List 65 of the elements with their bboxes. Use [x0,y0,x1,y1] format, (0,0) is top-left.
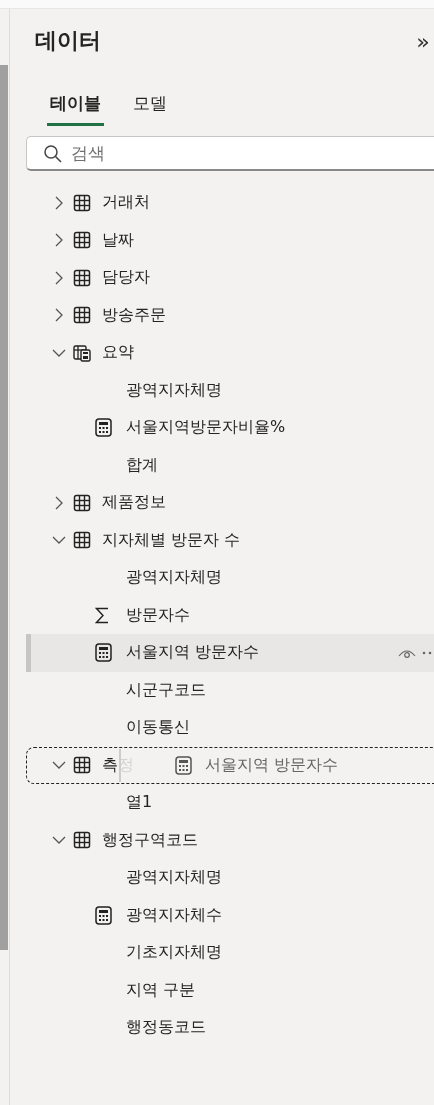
table-icon [73,531,91,550]
table-icon [73,268,91,287]
table-row[interactable]: 요약 [26,334,434,372]
more-icon[interactable] [422,650,434,655]
table-icon [73,831,91,850]
field-name: 광역지자체명 [126,867,222,889]
field-row[interactable]: 시군구코드 [26,671,434,709]
field-name: 기초지자체명 [126,942,222,964]
calculator-icon [95,418,112,438]
field-row[interactable]: 행정동코드 [26,1009,434,1047]
table-icon [73,756,91,775]
table-name: 방송주문 [102,304,166,326]
field-name: 시군구코드 [126,679,206,701]
field-row[interactable]: 이동통신 [26,709,434,747]
tab[interactable]: 테이블 [47,92,104,126]
field-name: 광역지자체명 [126,567,222,589]
field-row[interactable]: 광역지자체명 [26,371,434,409]
field-name: 합계 [126,454,158,476]
field-name: 열1 [126,792,153,814]
table-name: 담당자 [102,267,150,289]
table-name: 요약 [102,342,134,364]
field-name: 서울지역방문자비율% [126,417,286,439]
field-name: 지역 구분 [126,979,196,1001]
field-name: 광역지자체수 [126,904,222,926]
field-row[interactable]: 지역 구분 [26,971,434,1009]
field-name: 이동통신 [126,717,190,739]
table-row[interactable]: 담당자 [26,259,434,297]
field-name: 행정동코드 [126,1017,206,1039]
field-row[interactable]: 방문자수 [26,596,434,634]
field-name: 서울지역 방문자수 [126,642,260,664]
collapse-button[interactable]: » [414,28,434,54]
calculator-icon [175,755,192,775]
table-name: 지자체별 방문자 수 [102,529,241,551]
field-row[interactable]: 서울지역방문자비율% [26,409,434,447]
table-row[interactable]: 방송주문 [26,296,434,334]
field-row[interactable]: 기초지자체명 [26,934,434,972]
field-name: 광역지자체명 [126,379,222,401]
table-row[interactable]: 행정구역코드 [26,821,434,859]
tab[interactable]: 모델 [130,92,170,126]
field-name: 방문자수 [126,604,190,626]
field-row[interactable]: 광역지자체명 [26,859,434,897]
calculator-icon [95,643,112,663]
field-row[interactable]: 열1 [26,784,434,822]
table-row[interactable]: 제품정보 [26,484,434,522]
search-field[interactable]: 검색 [26,136,434,171]
table-row[interactable]: 지자체별 방문자 수 [26,521,434,559]
table-row[interactable]: 날짜 [26,221,434,259]
field-row[interactable]: 서울지역 방문자수 [26,634,434,672]
table-icon [73,231,91,250]
sigma-icon [95,606,109,624]
field-row[interactable]: 합계 [26,446,434,484]
table-icon [73,193,91,212]
panel-title: 데이터 [34,27,101,55]
calculator-icon [95,905,112,925]
scrollbar-thumb[interactable] [0,65,8,950]
field-row[interactable]: 광역지자체수 [26,896,434,934]
table-name: 날짜 [102,229,134,251]
measure-table-icon [73,343,91,362]
table-icon [73,306,91,325]
field-row[interactable]: 광역지자체명 [26,559,434,597]
table-name: 거래처 [102,192,150,214]
table-icon [73,493,91,512]
table-row[interactable]: 거래처 [26,184,434,222]
table-name: 행정구역코드 [102,829,198,851]
table-name: 제품정보 [102,492,166,514]
